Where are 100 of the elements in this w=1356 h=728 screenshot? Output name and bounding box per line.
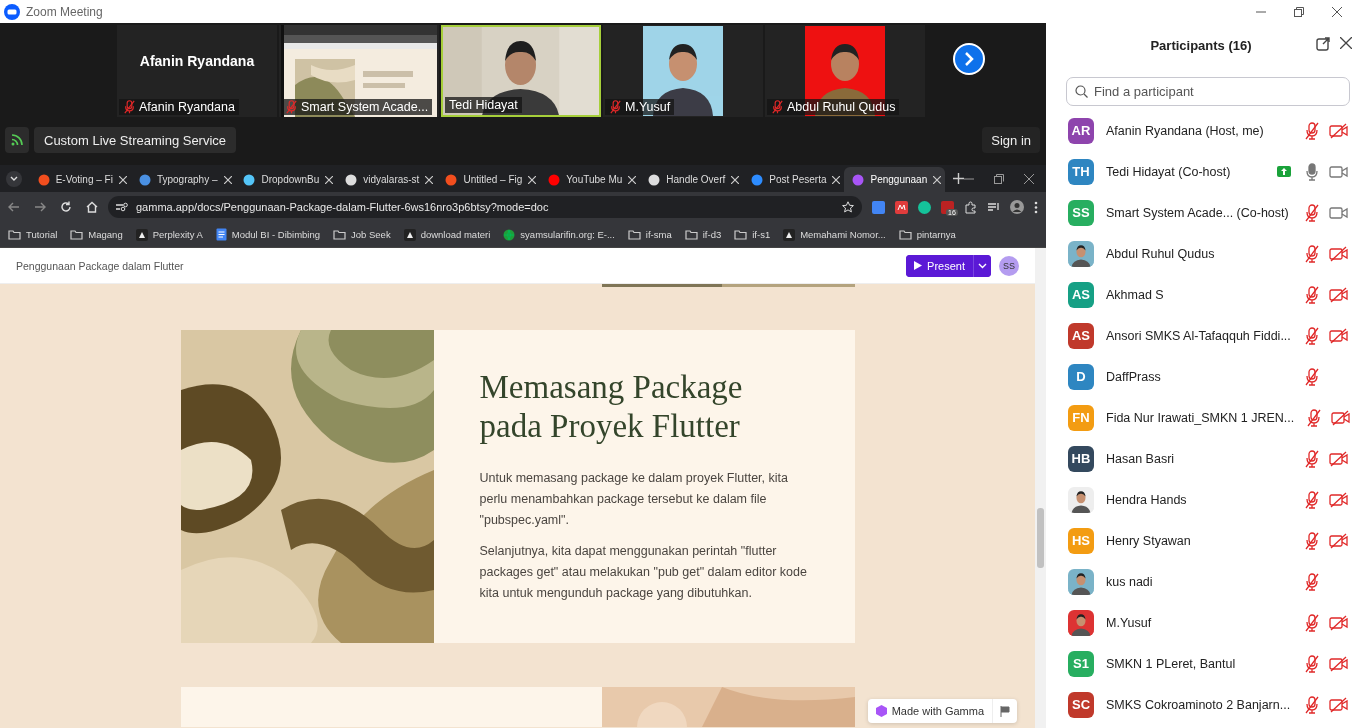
bookmark[interactable]: download materi: [403, 228, 491, 241]
sign-in-button[interactable]: Sign in: [982, 127, 1040, 153]
participant-row[interactable]: kus nadi: [1046, 561, 1356, 602]
video-off-icon[interactable]: [1329, 450, 1348, 467]
video-tile[interactable]: Afanin Ryandana Afanin Ryandana: [117, 25, 277, 117]
bookmark[interactable]: if-d3: [684, 229, 722, 240]
close-icon[interactable]: [1340, 37, 1352, 49]
video-off-icon[interactable]: [1329, 696, 1348, 713]
new-tab-icon[interactable]: [953, 173, 964, 184]
close-icon[interactable]: [1024, 173, 1034, 184]
address-bar[interactable]: gamma.app/docs/Penggunaan-Package-dalam-Flutter-6ws16nro3p6btsy?mode=doc: [108, 196, 862, 218]
video-off-icon[interactable]: [1329, 532, 1348, 549]
profile-icon[interactable]: [1010, 200, 1024, 214]
browser-tab[interactable]: Handle Overf: [640, 167, 744, 192]
participant-row[interactable]: AS Akhmad S: [1046, 274, 1356, 315]
participant-row[interactable]: AS Ansori SMKS Al-Tafaqquh Fiddi...: [1046, 315, 1356, 356]
mic-muted-icon[interactable]: [1304, 285, 1320, 304]
video-off-icon[interactable]: [1331, 409, 1351, 426]
browser-tab[interactable]: E-Voting – Fi: [29, 167, 131, 192]
participant-row[interactable]: TH Tedi Hidayat (Co-host): [1046, 151, 1356, 192]
live-stream-button[interactable]: Custom Live Streaming Service: [34, 127, 237, 153]
scrollbar[interactable]: [1035, 248, 1046, 728]
next-page-button[interactable]: [953, 43, 985, 75]
participant-row[interactable]: D DaffPrass: [1046, 356, 1356, 397]
video-camera-icon[interactable]: [1329, 204, 1348, 221]
extension-icon[interactable]: [895, 200, 908, 214]
bookmark[interactable]: Magang: [70, 229, 123, 240]
bookmark[interactable]: Job Seek: [333, 229, 391, 240]
bookmark[interactable]: Memahami Nomor...: [783, 228, 886, 241]
participant-row[interactable]: M.Yusuf: [1046, 602, 1356, 643]
participant-row[interactable]: SS Smart System Acade... (Co-host): [1046, 192, 1356, 233]
browser-tab[interactable]: Typography –: [130, 167, 236, 192]
video-tile[interactable]: Smart System Acade...: [279, 25, 439, 117]
close-icon[interactable]: [1332, 6, 1342, 17]
participant-row[interactable]: AR Afanin Ryandana (Host, me): [1046, 110, 1356, 151]
mic-muted-icon[interactable]: [1304, 121, 1320, 140]
search-field[interactable]: Find a participant: [1066, 77, 1350, 106]
browser-tab[interactable]: vidyalaras-st: [337, 167, 438, 192]
media-icon[interactable]: [987, 200, 1000, 214]
mic-muted-icon[interactable]: [1304, 244, 1320, 263]
participant-row[interactable]: SC SMKS Cokroaminoto 2 Banjarn...: [1046, 684, 1356, 725]
participant-row[interactable]: Hendra Hands: [1046, 479, 1356, 520]
participant-row[interactable]: HS Henry Styawan: [1046, 520, 1356, 561]
video-tile[interactable]: Abdul Ruhul Qudus: [765, 25, 925, 117]
extension-icon[interactable]: [941, 200, 954, 214]
video-off-icon[interactable]: [1329, 655, 1348, 672]
video-tile[interactable]: M.Yusuf: [603, 25, 763, 117]
video-off-icon[interactable]: [1329, 122, 1348, 139]
mic-muted-icon[interactable]: [1304, 203, 1320, 222]
browser-tab[interactable]: YouTube Mu: [540, 167, 641, 192]
video-off-icon[interactable]: [1329, 286, 1348, 303]
bookmark[interactable]: if-s1: [734, 229, 771, 240]
video-off-icon[interactable]: [1329, 327, 1348, 344]
browser-tab[interactable]: Penggunaan: [844, 167, 946, 192]
home-icon[interactable]: [86, 201, 98, 213]
user-avatar[interactable]: SS: [999, 255, 1019, 276]
video-tile[interactable]: Tedi Hidayat: [441, 25, 601, 117]
mic-muted-icon[interactable]: [1304, 572, 1320, 591]
mic-muted-icon[interactable]: [1304, 695, 1320, 714]
bookmark[interactable]: if-sma: [627, 229, 672, 240]
mic-muted-icon[interactable]: [1304, 613, 1320, 632]
bookmark[interactable]: pintarnya: [898, 229, 956, 240]
bookmark[interactable]: Modul BI - Dibimbing: [215, 228, 320, 241]
mic-muted-icon[interactable]: [1304, 326, 1320, 345]
bookmark[interactable]: syamsularifin.org: E-...: [503, 228, 615, 241]
video-off-icon[interactable]: [1329, 245, 1348, 262]
site-settings-icon[interactable]: [116, 202, 128, 212]
menu-icon[interactable]: [1034, 200, 1038, 214]
bookmark[interactable]: Tutorial: [8, 229, 58, 240]
microphone-icon[interactable]: [1304, 162, 1320, 181]
screen-share-icon[interactable]: [1277, 166, 1291, 177]
mic-muted-icon[interactable]: [1304, 654, 1320, 673]
mic-muted-icon[interactable]: [1304, 367, 1320, 386]
participant-row[interactable]: S1 SMKN 1 PLeret, Bantul: [1046, 643, 1356, 684]
participant-row[interactable]: FN Fida Nur Irawati_SMKN 1 JREN...: [1046, 397, 1356, 438]
browser-tab[interactable]: Untitled – Fig: [437, 167, 541, 192]
video-off-icon[interactable]: [1329, 491, 1348, 508]
restore-icon[interactable]: [994, 173, 1004, 184]
back-icon[interactable]: [8, 201, 20, 213]
mic-muted-icon[interactable]: [1304, 490, 1320, 509]
mic-muted-icon[interactable]: [1306, 408, 1323, 427]
bookmark[interactable]: Perplexity A: [135, 228, 203, 241]
participant-row[interactable]: Abdul Ruhul Qudus: [1046, 233, 1356, 274]
mic-muted-icon[interactable]: [1304, 449, 1320, 468]
live-stream-icon[interactable]: [5, 127, 29, 153]
tab-search-button[interactable]: [6, 170, 22, 187]
pop-out-icon[interactable]: [1316, 37, 1330, 51]
present-button[interactable]: Present: [906, 254, 991, 277]
mic-muted-icon[interactable]: [1304, 531, 1320, 550]
reload-icon[interactable]: [60, 201, 72, 213]
restore-icon[interactable]: [1294, 6, 1304, 17]
video-off-icon[interactable]: [1329, 614, 1348, 631]
browser-tab[interactable]: DropdownBu: [235, 167, 338, 192]
browser-tab[interactable]: Post Peserta: [743, 167, 845, 192]
puzzle-icon[interactable]: [964, 200, 977, 214]
caret-icon[interactable]: [978, 262, 987, 269]
forward-icon[interactable]: [34, 201, 46, 213]
video-camera-icon[interactable]: [1329, 163, 1348, 180]
participant-row[interactable]: HB Hasan Basri: [1046, 438, 1356, 479]
star-icon[interactable]: [842, 201, 854, 213]
